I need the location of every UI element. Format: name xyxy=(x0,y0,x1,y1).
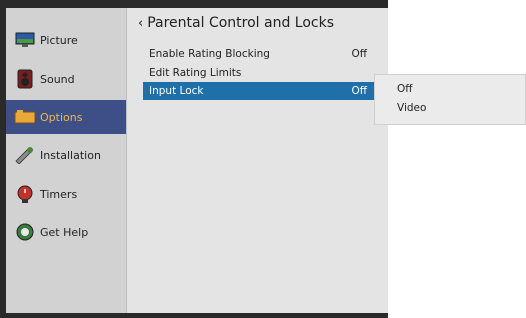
sidebar-item-timers[interactable]: Timers xyxy=(6,177,126,211)
menu-item-edit-rating-limits[interactable]: Edit Rating Limits xyxy=(143,64,375,82)
menu-item-label: Enable Rating Blocking xyxy=(149,48,270,60)
speaker-icon xyxy=(14,69,36,89)
page-title-text: Parental Control and Locks xyxy=(147,15,335,31)
sidebar-item-label: Sound xyxy=(40,72,75,86)
main-panel: ‹ Parental Control and Locks Enable Rati… xyxy=(126,8,388,313)
sidebar-item-label: Picture xyxy=(40,33,78,47)
menu-item-value: Off xyxy=(351,48,368,60)
tv-bezel: Picture Sound Options Installation Timer… xyxy=(0,0,388,318)
help-icon xyxy=(14,222,36,242)
picture-icon xyxy=(14,30,36,50)
option-off[interactable]: Off xyxy=(397,83,413,95)
sidebar-item-sound[interactable]: Sound xyxy=(6,62,126,96)
input-lock-options-popup: Off Video xyxy=(374,74,526,125)
menu-item-enable-rating-blocking[interactable]: Enable Rating Blocking Off xyxy=(143,45,375,63)
menu-item-label: Input Lock xyxy=(149,85,204,97)
sidebar-item-label: Options xyxy=(40,110,83,124)
settings-sidebar: Picture Sound Options Installation Timer… xyxy=(6,8,127,313)
option-video[interactable]: Video xyxy=(397,102,426,114)
sidebar-item-installation[interactable]: Installation xyxy=(6,138,126,172)
back-chevron-icon[interactable]: ‹ xyxy=(138,16,143,31)
menu-item-value: Off xyxy=(351,85,368,97)
timer-icon xyxy=(14,184,36,204)
page-title: ‹ Parental Control and Locks xyxy=(138,15,334,31)
menu-item-label: Edit Rating Limits xyxy=(149,67,242,79)
tv-screen: Picture Sound Options Installation Timer… xyxy=(6,8,388,313)
sidebar-item-label: Get Help xyxy=(40,225,89,239)
sidebar-item-label: Timers xyxy=(40,187,78,201)
menu-item-input-lock[interactable]: Input Lock Off xyxy=(143,82,375,100)
sidebar-item-picture[interactable]: Picture xyxy=(6,23,126,57)
wrench-icon xyxy=(14,145,36,165)
sidebar-item-options[interactable]: Options xyxy=(6,100,126,134)
options-icon xyxy=(14,107,36,127)
sidebar-item-label: Installation xyxy=(40,148,101,162)
sidebar-item-get-help[interactable]: Get Help xyxy=(6,215,126,249)
